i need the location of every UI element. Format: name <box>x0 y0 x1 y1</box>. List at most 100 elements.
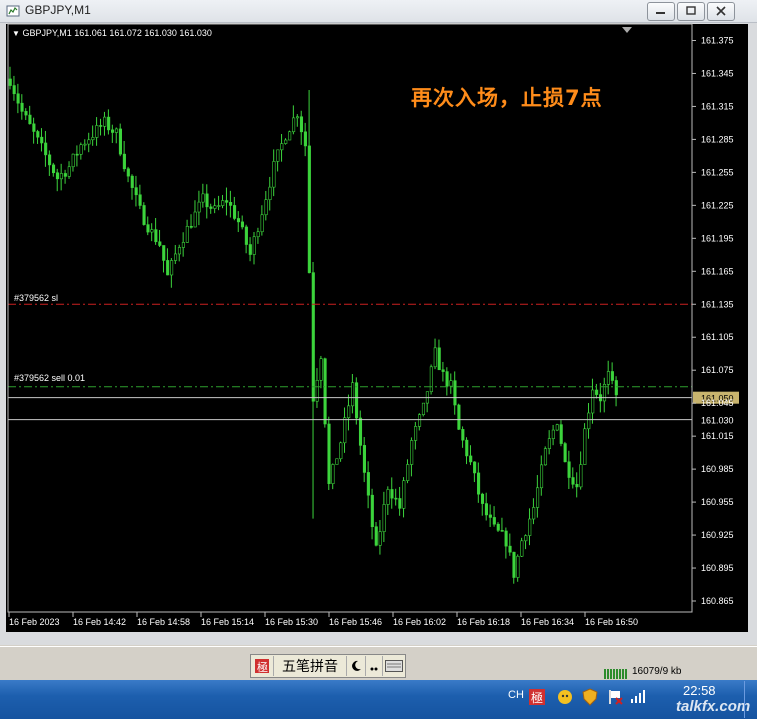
terminal-window: GBPJPY,M1 161.050 161.030 161.375 161.345 1… <box>0 0 757 645</box>
candle-body <box>177 247 182 255</box>
ime-logo-icon[interactable]: 極 <box>251 656 274 676</box>
shield-icon[interactable] <box>582 688 598 706</box>
candle-body <box>83 143 87 146</box>
y-tick-label: 161.285 <box>701 134 734 144</box>
x-tick-label: 16 Feb 16:02 <box>393 617 446 627</box>
candle-body <box>59 173 63 180</box>
action-center-flag-icon[interactable] <box>606 688 624 706</box>
candle-body <box>87 139 91 145</box>
candle-body <box>248 244 252 255</box>
y-tick-label: 160.865 <box>701 596 734 606</box>
network-signal-icon[interactable] <box>630 688 646 704</box>
candle-body <box>414 426 418 441</box>
candle-body <box>193 211 197 228</box>
candle-body <box>276 149 280 162</box>
candle-body <box>229 202 233 206</box>
candle-body <box>457 404 461 430</box>
candle-body <box>79 144 83 155</box>
candle-body <box>213 205 217 209</box>
candle-body <box>551 429 555 439</box>
svg-text:極: 極 <box>531 690 543 705</box>
connection-status-icon[interactable] <box>604 667 630 679</box>
order-sl-label: #379562 sl <box>14 293 59 303</box>
candle-body <box>166 260 170 276</box>
candle-body <box>217 205 221 207</box>
candle-body <box>118 128 122 155</box>
candle-body <box>543 448 548 466</box>
language-indicator[interactable]: CH <box>508 689 524 701</box>
half-width-moon-icon[interactable] <box>347 656 366 676</box>
y-tick-label: 161.375 <box>701 35 734 45</box>
x-tick-label: 16 Feb 15:30 <box>265 617 318 627</box>
candle-body <box>24 111 28 116</box>
y-tick-label: 161.105 <box>701 332 734 342</box>
candle-body <box>197 201 201 213</box>
y-tick-label: 161.045 <box>701 398 734 408</box>
y-tick-label: 160.985 <box>701 464 734 474</box>
candle-body <box>492 517 496 525</box>
candle-body <box>63 173 67 177</box>
plot-frame <box>7 23 693 613</box>
candle-body <box>488 514 492 518</box>
ime-mode-button[interactable]: 五笔拼音 <box>274 656 347 676</box>
soft-keyboard-icon[interactable] <box>383 656 405 676</box>
candle-body <box>146 224 150 233</box>
candle-body <box>122 153 126 170</box>
y-tick-label: 161.135 <box>701 299 734 309</box>
candle-body <box>355 382 359 419</box>
candle-body <box>528 518 532 536</box>
candle-body <box>480 493 485 504</box>
candle-body <box>339 442 343 460</box>
candle-body <box>272 161 276 188</box>
candle-body <box>382 504 386 532</box>
order-entry-label: #379562 sell 0.01 <box>14 373 86 383</box>
candle-body <box>335 458 339 465</box>
candle-body <box>610 371 614 381</box>
candle-body <box>134 187 138 196</box>
candle-body <box>201 193 205 203</box>
candle-body <box>268 186 272 200</box>
candle-body <box>453 380 457 406</box>
candle-body <box>307 145 311 273</box>
candle-body <box>571 477 575 485</box>
candle-body <box>150 229 154 233</box>
candle-body <box>441 369 445 372</box>
candle-body <box>103 116 107 127</box>
chart-quote-line: GBPJPY,M1 161.061 161.072 161.030 161.03… <box>22 28 212 38</box>
chart-symbol-header: ▼ GBPJPY,M1 161.061 161.072 161.030 161.… <box>12 28 212 38</box>
ime-toolbar: 極 五笔拼音 <box>250 654 406 678</box>
candle-body <box>606 371 610 385</box>
candle-body <box>539 464 544 489</box>
candle-body <box>55 172 60 180</box>
candle-body <box>236 218 241 223</box>
candle-body <box>173 253 178 261</box>
show-desktop-button[interactable] <box>744 681 757 718</box>
y-tick-label: 161.225 <box>701 200 734 210</box>
candle-body <box>559 424 563 444</box>
candle-body <box>209 206 213 209</box>
x-tick-label: 16 Feb 14:58 <box>137 617 190 627</box>
candle-body <box>142 205 146 225</box>
candle-body <box>445 371 449 387</box>
svg-text:極: 極 <box>257 660 268 674</box>
candle-body <box>284 139 288 144</box>
site-watermark: talkfx.com <box>676 698 751 715</box>
candle-body <box>429 366 433 393</box>
candle-body <box>181 242 185 248</box>
chart-shift-marker-icon[interactable] <box>622 27 632 33</box>
messenger-tray-icon[interactable] <box>556 688 574 706</box>
y-tick-label: 160.955 <box>701 497 734 507</box>
candle-body <box>579 464 583 488</box>
candle-body <box>398 498 402 509</box>
candle-body <box>114 128 119 133</box>
punctuation-icon[interactable] <box>366 656 383 676</box>
ime-tray-icon[interactable]: 極 <box>528 688 546 706</box>
x-tick-label: 16 Feb 16:34 <box>521 617 574 627</box>
candle-body <box>378 531 382 546</box>
candle-body <box>583 428 587 465</box>
candle-body <box>536 487 540 508</box>
candle-body <box>327 423 331 484</box>
taskbar-clock[interactable]: 22:58 <box>683 683 716 698</box>
y-tick-label: 161.345 <box>701 68 734 78</box>
candle-body <box>303 131 307 147</box>
